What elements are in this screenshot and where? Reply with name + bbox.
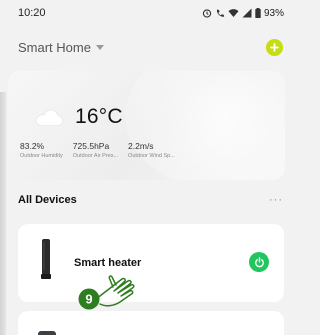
device-card-second[interactable]: [18, 311, 284, 335]
battery-level: 93%: [263, 7, 284, 19]
weather-card[interactable]: 16°C 83.2% Outdoor Humidity 725.5hPa Out…: [8, 71, 285, 180]
plus-icon: [270, 42, 279, 52]
device-name: Smart heater: [74, 257, 142, 269]
metric-value: 83.2%: [20, 141, 45, 151]
metric-wind-speed: 2.2m/s Outdoor Wind Sp...: [128, 141, 175, 159]
metric-value: 2.2m/s: [128, 141, 154, 151]
heater-device-image: [41, 239, 51, 279]
temperature-value: 16°C: [75, 105, 123, 128]
battery-icon: [255, 8, 261, 18]
more-options-button[interactable]: ···: [269, 194, 283, 206]
wifi-icon: [228, 9, 239, 17]
metric-label: Outdoor Humidity: [20, 153, 63, 159]
status-time: 10:20: [18, 7, 46, 19]
step-number: 9: [85, 292, 92, 307]
power-button[interactable]: [249, 252, 269, 272]
signal-icon: [242, 8, 252, 18]
metric-humidity: 83.2% Outdoor Humidity: [20, 141, 63, 159]
device-card-smart-heater[interactable]: Smart heater: [18, 224, 284, 302]
add-device-button[interactable]: [266, 38, 283, 56]
call-icon: [216, 9, 225, 17]
caret-down-icon: [95, 44, 104, 50]
metric-air-pressure: 725.5hPa Outdoor Air Pres...: [73, 141, 118, 159]
weather-metrics: 83.2% Outdoor Humidity 725.5hPa Outdoor …: [20, 141, 185, 159]
section-title: All Devices: [18, 194, 77, 206]
metric-value: 725.5hPa: [72, 141, 110, 151]
home-name: Smart Home: [18, 39, 91, 55]
metric-label: Outdoor Wind Sp...: [128, 153, 175, 159]
status-icons: 93%: [202, 8, 284, 19]
weather-summary: 16°C: [35, 105, 123, 129]
power-icon: [254, 256, 264, 267]
metric-label: Outdoor Air Pres...: [72, 153, 119, 159]
alarm-icon: [202, 9, 212, 18]
tap-hand-icon: [95, 275, 135, 307]
header: Smart Home: [18, 36, 283, 58]
device-image: [38, 331, 56, 335]
cloud-icon: [35, 109, 63, 126]
status-bar: 10:20 93%: [0, 0, 293, 26]
home-selector[interactable]: Smart Home: [18, 40, 104, 55]
all-devices-header: All Devices ···: [18, 192, 283, 208]
tap-annotation: 9: [78, 275, 135, 310]
background-edge: [0, 92, 6, 335]
